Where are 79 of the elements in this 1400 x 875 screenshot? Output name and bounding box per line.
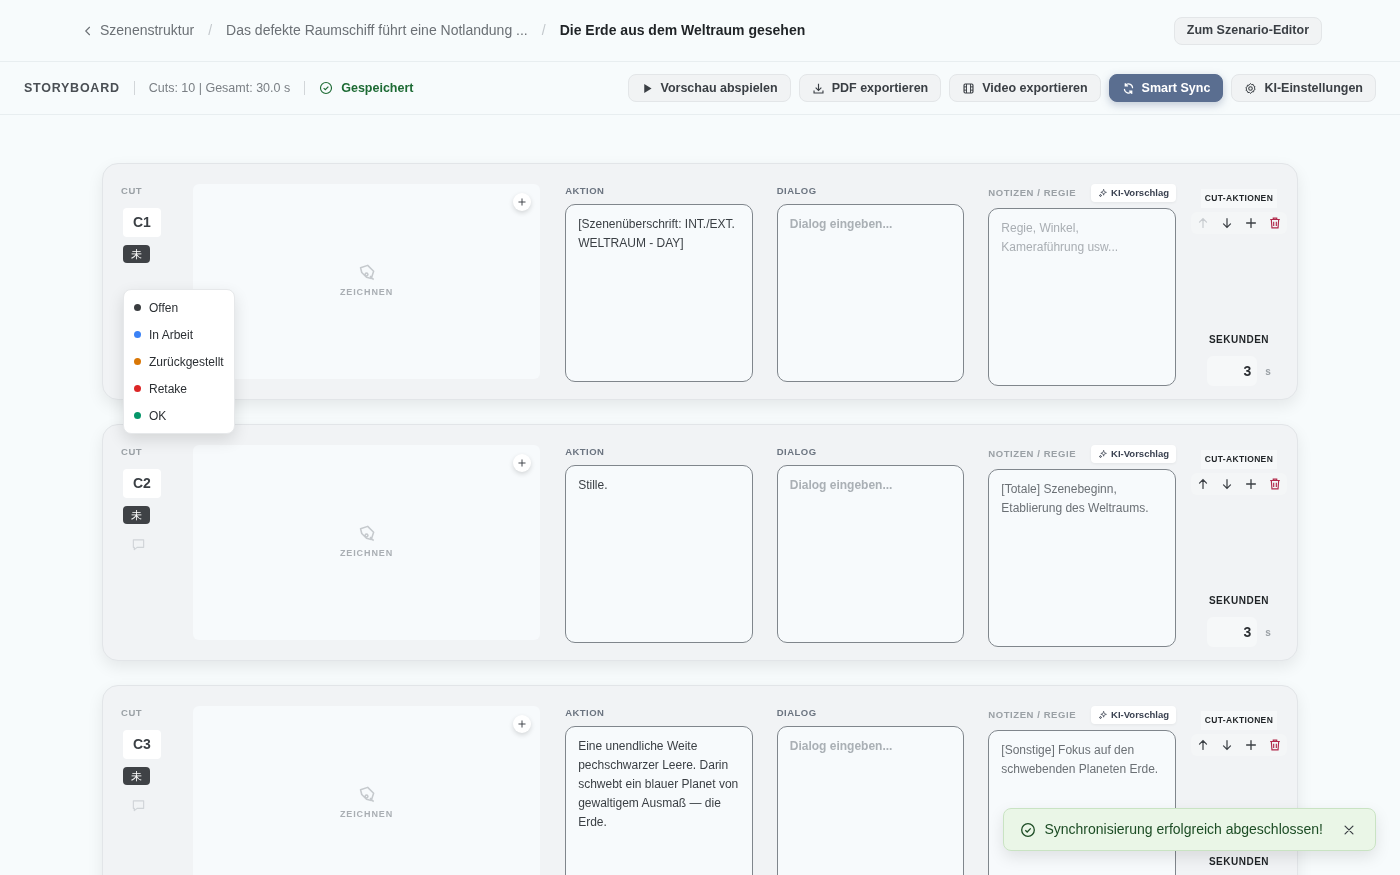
comment-icon	[131, 536, 146, 552]
text-field[interactable]: [Szenenüberschrift: INT./EXT. WELTRAUM - DAY]	[565, 204, 753, 383]
trash-icon	[1267, 737, 1282, 752]
text-field[interactable]: Dialog eingeben...	[776, 465, 965, 644]
draw-label: ZEICHNEN	[339, 547, 394, 561]
trash-icon	[1267, 215, 1282, 230]
unit-label: s	[1265, 625, 1271, 640]
comment-icon	[131, 797, 146, 813]
check-icon	[319, 81, 334, 95]
ai-suggest-button[interactable]: KI-Vorschlag	[1091, 444, 1176, 464]
text-field[interactable]: Eine unendliche Weite pechschwarzer Leere. Darin schwebt ein blauer Planet von gewaltigem Ausmaß — die Erde.	[565, 726, 753, 875]
breadcrumb-link[interactable]: Szenenstruktur	[100, 20, 195, 41]
toolbar-title: STORYBOARD	[24, 79, 120, 97]
column-label: AKTION	[565, 445, 606, 459]
toolbar-button[interactable]: Vorschau abspielen	[627, 74, 791, 102]
check-icon	[1020, 821, 1037, 838]
toolbar-button[interactable]: PDF exportieren	[798, 74, 942, 102]
plus-icon	[517, 719, 528, 729]
cut-label: CUT	[121, 706, 144, 720]
column-label: AKTION	[565, 184, 606, 198]
cut-id: C3	[123, 730, 161, 760]
draw-label: ZEICHNEN	[339, 808, 394, 822]
column-label: DIALOG	[776, 184, 818, 198]
cut-id: C2	[123, 469, 161, 499]
column-label: DIALOG	[776, 706, 818, 720]
breadcrumb-link[interactable]: Das defekte Raumschiff führt eine Notlandung ...	[226, 20, 528, 41]
column-label: NOTIZEN / REGIE	[988, 707, 1077, 722]
plus-icon	[517, 197, 528, 207]
plus-icon	[517, 458, 528, 468]
separator: /	[208, 21, 213, 40]
column-label: NOTIZEN / REGIE	[988, 185, 1077, 200]
settings-icon	[1244, 81, 1258, 95]
toolbar-button[interactable]: KI-Einstellungen	[1231, 74, 1376, 102]
add-button[interactable]	[513, 715, 532, 733]
cut-label: CUT	[121, 445, 144, 459]
film-icon	[962, 81, 976, 95]
actions-label: CUT-AKTIONEN	[1200, 189, 1278, 208]
sync-icon	[1121, 81, 1135, 95]
seconds-label: SEKUNDEN	[1208, 333, 1270, 347]
ai-suggest-button[interactable]: KI-Vorschlag	[1091, 705, 1176, 725]
column-label: NOTIZEN / REGIE	[988, 446, 1077, 461]
ai-suggest-button[interactable]: KI-Vorschlag	[1091, 183, 1176, 203]
notes-field[interactable]: [Totale] Szenebeginn, Etablierung des Weltraums.	[988, 469, 1176, 647]
column-label: AKTION	[565, 706, 606, 720]
seconds-label: SEKUNDEN	[1208, 594, 1270, 608]
plus-icon	[1243, 215, 1258, 230]
seconds-field[interactable]: 3	[1207, 356, 1258, 386]
text-field[interactable]: Stille.	[565, 465, 753, 644]
status-badge[interactable]: 未	[123, 767, 150, 786]
draw-label: ZEICHNEN	[339, 286, 394, 300]
separator: /	[541, 21, 546, 40]
sparkle-icon	[1098, 188, 1109, 198]
text-field[interactable]: Dialog eingeben...	[776, 726, 965, 875]
download-icon	[811, 81, 825, 95]
unit-label: s	[1265, 364, 1271, 379]
plus-icon	[1243, 476, 1258, 491]
add-button[interactable]	[513, 193, 532, 211]
menu-item[interactable]: OK	[124, 402, 234, 429]
toolbar-button[interactable]: Video exportieren	[949, 74, 1101, 102]
actions-label: CUT-AKTIONEN	[1200, 450, 1278, 469]
stats-text: Cuts: 10 | Gesamt: 30.0 s	[148, 79, 291, 97]
toolbar-button[interactable]: Smart Sync	[1108, 74, 1224, 102]
trash-icon	[1267, 476, 1282, 491]
status-badge[interactable]: 未	[123, 506, 150, 525]
plus-icon	[1243, 737, 1258, 752]
cut-label: CUT	[121, 184, 144, 198]
sparkle-icon	[1098, 710, 1109, 720]
saved-status: Gespeichert	[341, 79, 414, 97]
status-badge[interactable]: 未	[123, 245, 150, 264]
cut-id: C1	[123, 208, 161, 238]
notes-field[interactable]: Regie, Winkel, Kameraführung usw...	[988, 208, 1176, 386]
seconds-label: SEKUNDEN	[1208, 855, 1270, 869]
seconds-field[interactable]: 3	[1207, 617, 1258, 647]
add-button[interactable]	[513, 454, 532, 472]
editor-button[interactable]: Zum Szenario-Editor	[1173, 16, 1322, 45]
actions-label: CUT-AKTIONEN	[1200, 711, 1278, 730]
column-label: DIALOG	[776, 445, 818, 459]
text-field[interactable]: Dialog eingeben...	[776, 204, 965, 383]
sparkle-icon	[1098, 449, 1109, 459]
